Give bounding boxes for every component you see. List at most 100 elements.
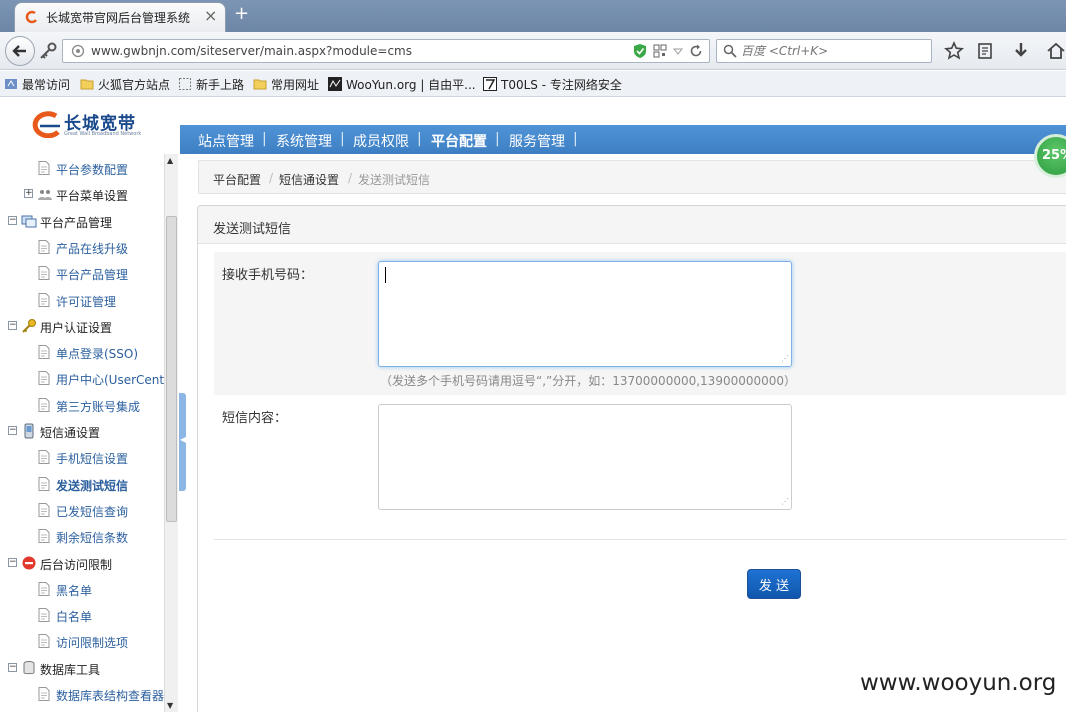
identity-key-icon[interactable] [38,41,58,61]
text-caret [385,267,386,283]
sidebar-group[interactable]: − 平台产品管理 [0,211,164,231]
sidebar-item-label: 数据库工具 [40,663,101,677]
sidebar-item-label: 数据库表结构查看器 [56,689,165,703]
sidebar-item[interactable]: 已发短信查询 [0,500,164,520]
back-arrow-icon [12,45,26,57]
page-icon [38,634,50,648]
people-icon [37,186,53,202]
sidebar-item[interactable]: 数据库表结构查看器 [0,684,164,704]
shield-icon[interactable] [633,43,647,59]
nav-service-management[interactable]: 服务管理 [509,131,565,151]
bookmark-getting-started[interactable]: 新手上路 [178,75,244,93]
search-bar[interactable] [716,39,932,63]
sidebar-item[interactable]: + 平台菜单设置 [0,184,164,204]
resize-grip-icon[interactable]: ⋰ [781,498,789,506]
sidebar-item[interactable]: 许可证管理 [0,290,164,310]
sidebar-item[interactable]: 发送测试短信 [0,474,164,494]
phone-label: 接收手机号码： [222,268,314,283]
sidebar-item-label: 产品在线升级 [56,242,129,256]
nav-system-management[interactable]: 系统管理 [276,131,332,151]
key-icon [21,318,37,334]
dotted-page-icon [179,78,191,90]
dropdown-arrow-icon[interactable] [673,44,683,58]
bookmark-t00ls[interactable]: T00LS - 专注网络安全 [483,75,622,93]
sidebar-item-label: 手机短信设置 [56,452,129,466]
bookmark-common-sites[interactable]: 常用网址 [253,75,319,93]
qr-code-icon[interactable] [653,44,667,58]
sidebar-group[interactable]: − 数据库工具 [0,658,164,678]
page-icon [38,266,50,280]
page-icon [38,477,50,491]
expand-icon[interactable]: + [24,189,33,198]
sidebar-item[interactable]: 产品在线升级 [0,237,164,257]
sidebar-collapse-handle[interactable]: ◀ [179,393,186,491]
brand-logo-subtitle: Great Wall Broadband Network [64,131,142,137]
browser-tab-strip: 长城宽带官网后台管理系统 × + [0,0,1066,32]
scroll-up-icon[interactable]: ▲ [167,156,173,165]
sidebar-item[interactable]: 第三方账号集成 [0,395,164,415]
address-bar[interactable]: www.gwbnjn.com/siteserver/main.aspx?modu… [62,39,710,63]
new-tab-icon[interactable]: + [234,4,249,24]
url-actions [633,43,703,59]
form-divider [214,539,1066,540]
sms-content-input[interactable] [378,404,792,510]
brand-logo[interactable]: 长城宽带 Great Wall Broadband Network [26,107,156,141]
folder-icon [253,79,267,90]
back-button[interactable] [5,36,35,66]
collapse-icon[interactable]: − [8,558,17,567]
phone-numbers-input[interactable] [378,261,792,367]
bookmark-wooyun[interactable]: WooYun.org | 自由平... [328,75,476,93]
sidebar-group[interactable]: − 后台访问限制 [0,553,164,573]
download-icon[interactable] [1011,41,1031,61]
bookmark-firefox-official[interactable]: 火狐官方站点 [80,75,170,93]
nav-member-permissions[interactable]: 成员权限 [353,131,409,151]
breadcrumb: 平台配置 / 短信通设置 / 发送测试短信 [198,160,1066,194]
sidebar-scrollbar[interactable]: ▲ ——— ▼ [164,154,178,712]
nav-platform-config[interactable]: 平台配置 [431,131,487,151]
sidebar-item-label: 黑名单 [56,584,93,598]
home-icon[interactable] [1046,41,1066,61]
database-icon [21,660,37,676]
tab-close-icon[interactable]: × [204,7,217,25]
sidebar-item[interactable]: 访问限制选项 [0,631,164,651]
sidebar-group[interactable]: − 短信通设置 [0,421,164,441]
tab-title: 长城宽带官网后台管理系统 [46,11,191,25]
breadcrumb-sms-settings[interactable]: 短信通设置 [279,171,339,188]
page-icon [38,398,50,412]
sidebar-item[interactable]: 黑名单 [0,579,164,599]
page-icon [38,345,50,359]
sidebar-item[interactable]: 手机短信设置 [0,447,164,467]
sidebar-item-label: 平台参数配置 [56,163,129,177]
sidebar-item-label: 已发短信查询 [56,505,129,519]
reload-icon[interactable] [689,44,703,58]
sidebar-item[interactable]: 平台参数配置 [0,158,164,178]
collapse-icon[interactable]: − [8,216,17,225]
sidebar-item[interactable]: 用户中心(UserCenter) [0,368,178,388]
bookmark-most-visited[interactable]: 最常访问 [4,75,70,93]
sidebar-item-label: 平台产品管理 [40,216,113,230]
page-icon [38,371,50,385]
breadcrumb-platform-config[interactable]: 平台配置 [213,171,261,188]
reading-list-icon[interactable] [975,41,995,61]
sidebar-item-label: 用户中心(UserCenter) [56,373,178,387]
phone-icon [21,423,37,439]
send-button[interactable]: 发 送 [747,569,801,599]
brand-logo-icon [32,111,60,138]
star-bookmark-icon[interactable] [944,41,964,61]
collapse-icon[interactable]: − [8,321,17,330]
scroll-down-icon[interactable]: ▼ [167,701,173,710]
folder-icon [80,79,94,90]
nav-site-management[interactable]: 站点管理 [198,131,254,151]
sidebar-item[interactable]: 剩余短信条数 [0,526,164,546]
sidebar-group[interactable]: − 用户认证设置 [0,316,164,336]
collapse-icon[interactable]: − [8,663,17,672]
sidebar-item[interactable]: 单点登录(SSO) [0,342,164,362]
search-input[interactable] [741,42,927,60]
browser-tab[interactable]: 长城宽带官网后台管理系统 × [14,2,226,32]
page-icon [38,529,50,543]
sidebar-item[interactable]: 平台产品管理 [0,263,164,283]
sidebar-item[interactable]: 白名单 [0,605,164,625]
resize-grip-icon[interactable]: ⋰ [781,355,789,363]
scrollbar-thumb[interactable] [166,216,177,522]
collapse-icon[interactable]: − [8,426,17,435]
